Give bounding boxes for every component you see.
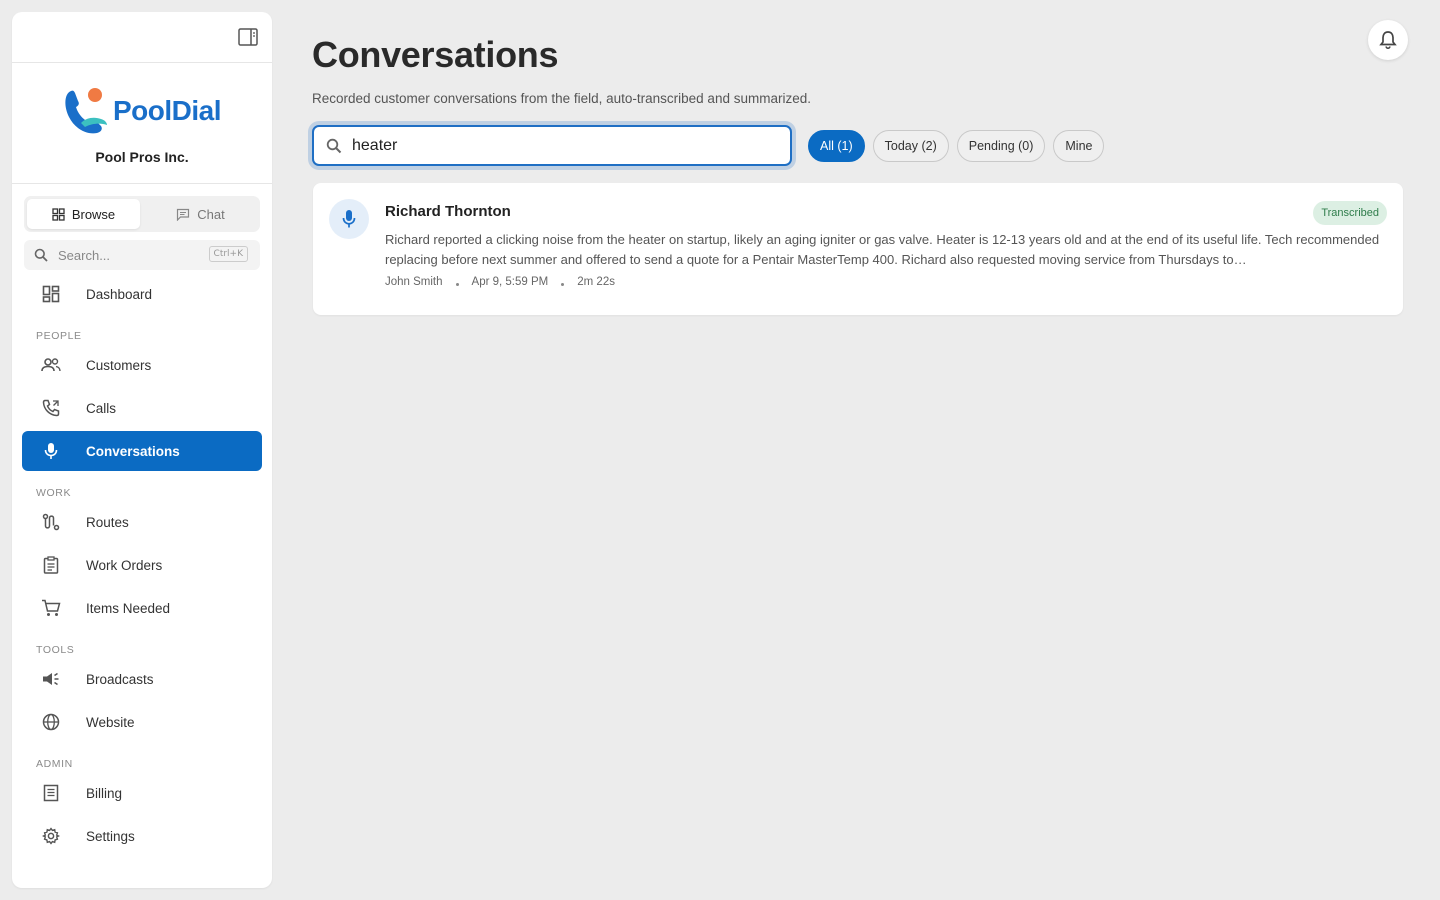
filter-chip-mine[interactable]: Mine (1053, 130, 1105, 162)
sidebar-search: Ctrl+K (24, 240, 260, 270)
filter-chip-today[interactable]: Today (2) (872, 130, 949, 162)
sidebar-toggle-icon[interactable] (238, 28, 258, 46)
filter-chips: All (1) Today (2) Pending (0) Mine (808, 130, 1105, 162)
sidebar-item-customers[interactable]: Customers (22, 345, 262, 385)
conversation-meta: John Smith Apr 9, 5:59 PM 2m 22s (385, 276, 615, 288)
section-label-admin: ADMIN (36, 758, 73, 770)
separator-dot (455, 282, 459, 286)
cart-icon (40, 597, 62, 619)
conversation-search-input[interactable] (352, 136, 752, 155)
org-name: Pool Pros Inc. (95, 149, 189, 165)
page-subtitle: Recorded customer conversations from the… (312, 91, 811, 106)
sidebar-item-broadcasts[interactable]: Broadcasts (22, 659, 262, 699)
mode-toggle: Browse Chat (24, 196, 260, 232)
phone-logo-icon (65, 88, 107, 134)
search-icon (326, 138, 342, 153)
sidebar-item-label: Settings (86, 828, 135, 844)
sidebar-item-work-orders[interactable]: Work Orders (22, 545, 262, 585)
sidebar-item-dashboard[interactable]: Dashboard (22, 274, 262, 314)
filter-chip-all[interactable]: All (1) (808, 130, 865, 162)
sidebar-item-calls[interactable]: Calls (22, 388, 262, 428)
sidebar-header (12, 12, 272, 63)
browse-label: Browse (71, 206, 116, 222)
sidebar-item-label: Dashboard (86, 286, 153, 302)
customer-name: Richard Thornton (385, 203, 511, 220)
dashboard-icon (40, 283, 62, 305)
sidebar-item-label: Customers (86, 357, 152, 373)
section-label-tools: TOOLS (36, 644, 75, 656)
search-icon (34, 248, 48, 262)
sidebar-item-items-needed[interactable]: Items Needed (22, 588, 262, 628)
chat-label: Chat (197, 206, 225, 222)
clipboard-icon (40, 554, 62, 576)
sidebar: PoolDial Pool Pros Inc. Browse Chat Ctrl… (12, 12, 272, 888)
pooldial-logo: PoolDial (63, 85, 222, 137)
separator-dot (561, 282, 565, 286)
grid-icon (52, 207, 65, 221)
conversation-search (312, 125, 792, 166)
sidebar-item-label: Billing (86, 785, 123, 801)
conversation-datetime: Apr 9, 5:59 PM (471, 276, 549, 288)
gear-icon (40, 825, 62, 847)
sidebar-item-label: Routes (86, 514, 129, 530)
sidebar-item-settings[interactable]: Settings (22, 816, 262, 856)
technician-name: John Smith (385, 276, 443, 288)
globe-icon (40, 711, 62, 733)
conversation-card[interactable]: Richard Thornton Transcribed Richard rep… (313, 183, 1403, 315)
browse-mode-button[interactable]: Browse (27, 199, 140, 229)
conversation-summary: Richard reported a clicking noise from t… (385, 232, 1380, 267)
sidebar-item-conversations[interactable]: Conversations (22, 431, 262, 471)
sidebar-item-label: Items Needed (86, 600, 171, 616)
brand-name: PoolDial (112, 95, 222, 126)
sidebar-search-input[interactable] (58, 247, 198, 263)
sidebar-item-routes[interactable]: Routes (22, 502, 262, 542)
shortcut-hint: Ctrl+K (208, 246, 248, 262)
megaphone-icon (40, 668, 62, 690)
receipt-icon (40, 782, 62, 804)
section-label-work: WORK (36, 487, 72, 499)
sidebar-nav: Dashboard PEOPLE Customers Calls Convers… (12, 274, 272, 856)
chat-icon (177, 208, 190, 221)
sidebar-item-billing[interactable]: Billing (22, 773, 262, 813)
route-icon (40, 511, 62, 533)
people-icon (40, 354, 62, 376)
microphone-icon (40, 440, 62, 462)
sidebar-item-label: Calls (86, 400, 117, 416)
phone-icon (40, 397, 62, 419)
page-title: Conversations (312, 34, 559, 75)
chat-mode-button[interactable]: Chat (144, 199, 257, 229)
conversation-avatar (329, 199, 369, 239)
section-label-people: PEOPLE (36, 330, 82, 342)
status-badge: Transcribed (1313, 201, 1387, 225)
sidebar-item-label: Conversations (86, 443, 180, 459)
microphone-icon (342, 210, 356, 228)
sidebar-item-label: Work Orders (86, 557, 163, 573)
brand: PoolDial Pool Pros Inc. (12, 63, 272, 184)
notifications-button[interactable] (1368, 20, 1408, 60)
filter-chip-pending[interactable]: Pending (0) (956, 130, 1046, 162)
conversation-duration: 2m 22s (577, 276, 615, 288)
bell-icon (1379, 31, 1397, 50)
sidebar-item-label: Broadcasts (86, 671, 154, 687)
sidebar-item-label: Website (86, 714, 135, 730)
sidebar-item-website[interactable]: Website (22, 702, 262, 742)
